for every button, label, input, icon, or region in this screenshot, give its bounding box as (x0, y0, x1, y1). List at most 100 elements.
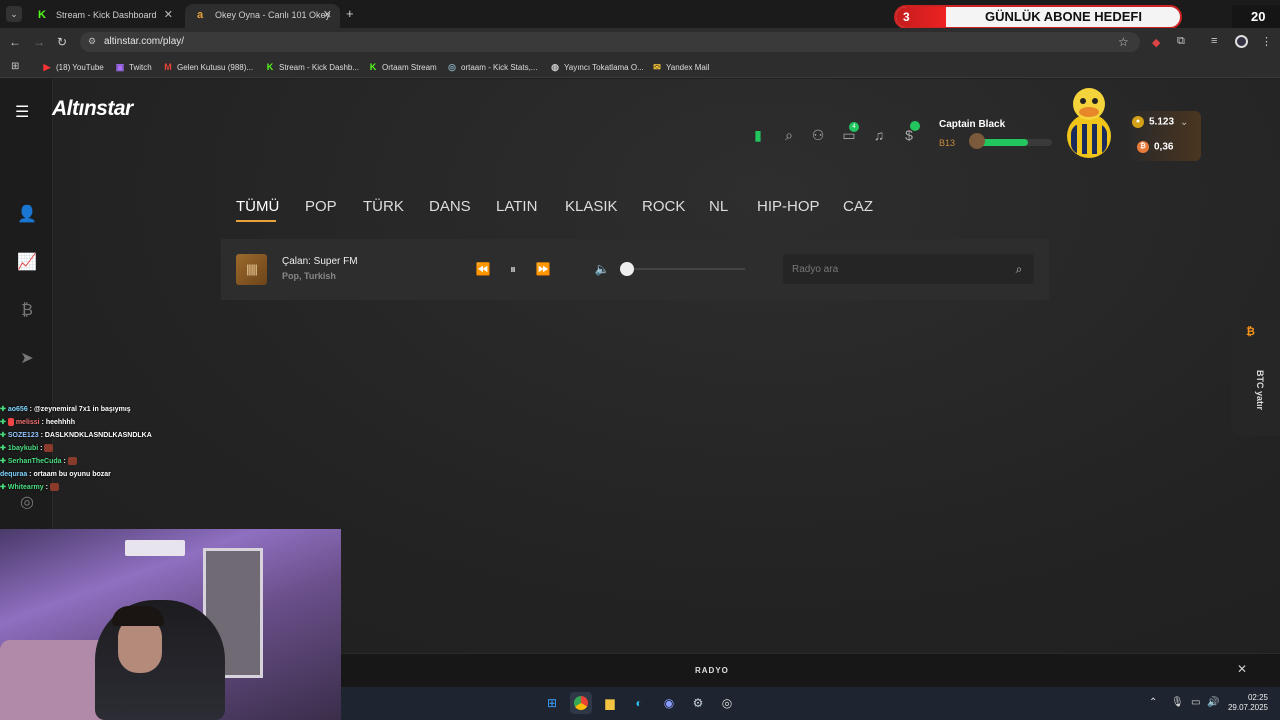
category-rock[interactable]: ROCK (642, 198, 685, 215)
station-genre: Pop, Turkish (282, 271, 336, 281)
category-turk[interactable]: TÜRK (363, 198, 404, 215)
emote-icon (67, 457, 77, 466)
search-icon[interactable]: ⌕ (778, 124, 800, 146)
bookmark-label: Gelen Kutusu (988)... (177, 63, 254, 72)
search-icon[interactable]: ⌕ (1010, 260, 1028, 278)
webcam-hair (112, 606, 164, 626)
chrome-icon[interactable] (570, 692, 592, 714)
chart-icon[interactable]: 📈 (14, 250, 40, 276)
connection-signal-icon: ▮ (754, 127, 762, 143)
bookmark-label: Yayıncı Tokatlama O... (564, 63, 644, 72)
duck-avatar[interactable] (1065, 84, 1113, 160)
bookmark-twitch[interactable]: ▣ Twitch (115, 56, 152, 78)
close-icon[interactable]: ✕ (164, 4, 173, 26)
close-icon[interactable]: ✕ (1235, 662, 1249, 676)
radio-search-input[interactable] (783, 254, 1034, 284)
tray-overflow-icon[interactable]: ⌃ (1149, 697, 1157, 708)
friends-icon[interactable]: ⚇ (807, 124, 829, 146)
bookmark-kick-dashboard[interactable]: K Stream - Kick Dashb... (265, 56, 359, 78)
bookmark-kick-stats[interactable]: ◎ ortaam - Kick Stats,... (447, 56, 537, 78)
apps-grid-icon[interactable]: ⊞ (11, 61, 19, 72)
chat-message: ✚ 1baykubi : (0, 442, 300, 455)
chat-text: heehhhh (45, 419, 75, 426)
bookmark-ortaam-stream[interactable]: K Ortaam Stream (368, 56, 437, 78)
reading-list-icon[interactable]: ≡ (1211, 35, 1217, 47)
bookmark-yandex-mail[interactable]: ✉ Yandex Mail (652, 56, 709, 78)
tab-search-button[interactable]: ⌄ (6, 6, 22, 22)
bookmark-youtube[interactable]: ▶ (18) YouTube (42, 56, 104, 78)
close-icon[interactable]: ✕ (323, 4, 332, 26)
volume-icon[interactable]: 🔈 (593, 260, 611, 278)
category-pop[interactable]: POP (305, 198, 337, 215)
bookmark-label: Ortaam Stream (382, 63, 437, 72)
network-icon[interactable]: ▭ (1191, 697, 1200, 708)
windows-start-icon[interactable]: ⊞ (541, 692, 563, 714)
discord-icon[interactable]: ◉ (658, 692, 680, 714)
extensions-puzzle-icon[interactable]: ⧉ (1177, 35, 1185, 48)
back-icon[interactable]: ← (9, 35, 21, 49)
send-icon[interactable]: ➤ (14, 346, 40, 372)
bookmark-star-icon[interactable]: ☆ (1118, 35, 1129, 49)
profile-avatar[interactable] (1235, 35, 1248, 48)
category-klasik[interactable]: KLASIK (565, 198, 618, 215)
volume-slider[interactable] (627, 268, 745, 270)
webcam-ac-unit (125, 540, 185, 556)
edge-icon[interactable]: ◐ (628, 692, 650, 714)
chat-message: ✚ melissi : heehhhh (0, 418, 75, 427)
bookmark-label: ortaam - Kick Stats,... (461, 63, 538, 72)
microphone-icon[interactable]: 🎙 (1171, 697, 1184, 708)
site-logo[interactable]: Altınstar (52, 97, 133, 121)
tab-okey-oyna[interactable]: a Okey Oyna - Canlı 101 Okey ✕ (185, 4, 340, 28)
chat-user: melissi (15, 419, 40, 426)
tab-label: Okey Oyna - Canlı 101 Okey (215, 10, 331, 20)
user-icon[interactable]: 👤 (14, 202, 40, 228)
category-nl[interactable]: NL (709, 198, 728, 215)
obs-icon[interactable]: ◎ (716, 692, 738, 714)
steam-icon[interactable]: ⚙ (687, 692, 709, 714)
browser-menu-icon[interactable]: ⋮ (1261, 35, 1272, 48)
clock-time: 02:25 (1247, 693, 1268, 702)
category-latin[interactable]: LATIN (496, 198, 537, 215)
btc-balance-value: 0,36 (1154, 141, 1174, 153)
bookmark-gmail[interactable]: M Gelen Kutusu (988)... (163, 56, 253, 78)
category-caz[interactable]: CAZ (843, 198, 873, 215)
new-tab-button[interactable]: + (346, 6, 354, 21)
btc-coin-icon: ₿ (1137, 141, 1149, 153)
pause-icon[interactable]: ⏸ (504, 260, 522, 278)
kick-icon: K (38, 9, 46, 21)
chat-user: ao656 (7, 406, 28, 413)
hamburger-menu-icon[interactable]: ☰ (15, 102, 29, 122)
btc-balance: ₿ 0,36 (1137, 141, 1173, 153)
category-dans[interactable]: DANS (429, 198, 471, 215)
gold-coin-icon: ● (1132, 116, 1144, 128)
extension-icon[interactable]: ◆ (1152, 36, 1160, 49)
goal-target: 20 (1251, 9, 1266, 24)
speaker-icon[interactable]: 🔊 (1207, 697, 1219, 708)
now-playing: Çalan: Super FM (282, 256, 358, 267)
bookmark-label: Stream - Kick Dashb... (279, 63, 360, 72)
emote-icon (49, 483, 59, 492)
bitcoin-icon[interactable]: ₿ (14, 298, 40, 324)
bookmark-yayinci-tokatlama[interactable]: ◍ Yayıncı Tokatlama O... (550, 56, 644, 78)
music-icon[interactable]: ♫ (868, 124, 890, 146)
reload-icon[interactable]: ↻ (57, 35, 67, 49)
clock-date: 29.07.2025 (1227, 703, 1268, 712)
site-info-icon[interactable]: ⚙ (88, 36, 96, 47)
taskbar-clock[interactable]: 02:25 29.07.2025 (1226, 693, 1268, 713)
username[interactable]: Captain Black (939, 119, 1005, 130)
gold-balance-value: 5.123 (1149, 116, 1175, 128)
chat-user: dequraa (0, 471, 28, 478)
gold-balance[interactable]: ● 5.123 ⌄ (1132, 116, 1188, 128)
file-explorer-icon[interactable]: ▆ (599, 692, 621, 714)
forward-icon[interactable]: → (33, 35, 45, 49)
volume-slider-knob[interactable] (620, 262, 634, 276)
btc-deposit-label[interactable]: BTC yatır (1255, 370, 1265, 410)
tab-kick-dashboard[interactable]: K Stream - Kick Dashboard ✕ (26, 4, 181, 28)
fast-forward-icon[interactable]: ⏩ (534, 260, 552, 278)
category-tumu[interactable]: TÜMÜ (236, 198, 279, 215)
rewind-icon[interactable]: ⏪ (474, 260, 492, 278)
category-hip-hop[interactable]: HIP-HOP (757, 198, 820, 215)
chat-user: SOZE123 (7, 432, 39, 439)
radio-bar-label: RADYO (695, 666, 729, 675)
url-bar[interactable]: altinstar.com/play/ (80, 32, 1140, 52)
